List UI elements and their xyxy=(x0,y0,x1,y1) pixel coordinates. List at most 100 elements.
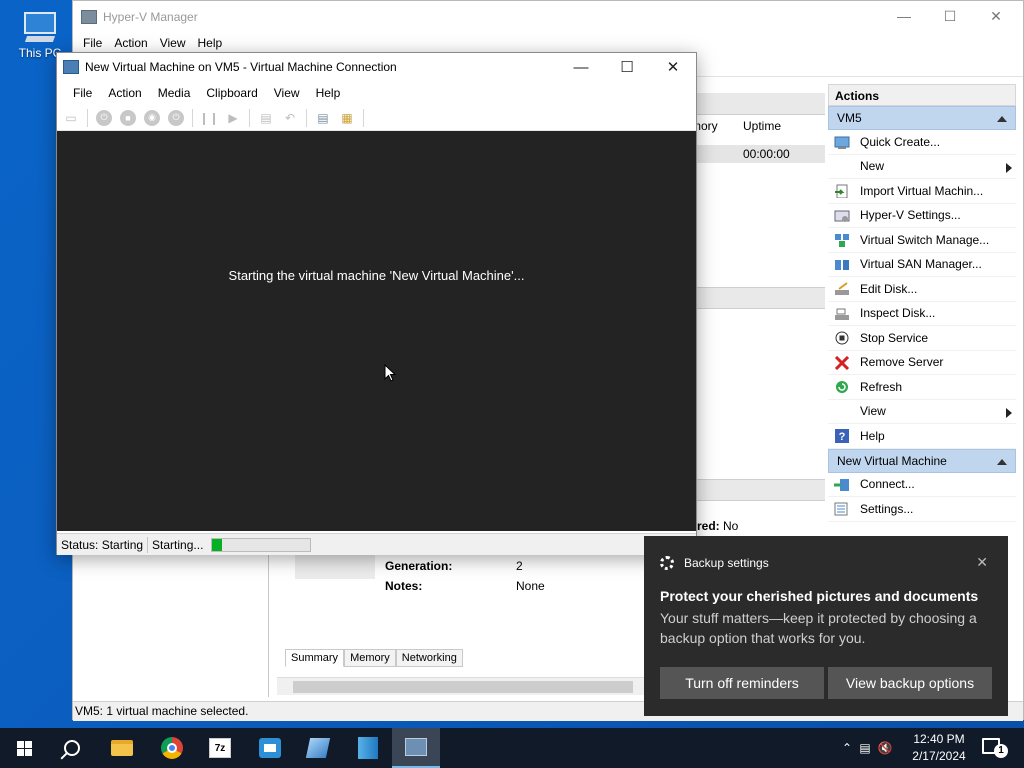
collapse-caret-icon xyxy=(997,116,1007,122)
turn-off-reminders-button[interactable]: Turn off reminders xyxy=(660,667,824,699)
vmc-menu-clipboard[interactable]: Clipboard xyxy=(198,86,265,100)
vmc-menubar: File Action Media Clipboard View Help xyxy=(57,81,696,105)
section-label: New Virtual Machine xyxy=(837,453,947,468)
notification-count-badge: 1 xyxy=(994,744,1008,758)
san-icon xyxy=(835,259,849,270)
pause-icon[interactable]: ❙❙ xyxy=(199,110,219,126)
start-icon[interactable]: ⏻ xyxy=(96,109,112,126)
volume-muted-icon[interactable]: 🔇 xyxy=(874,741,896,755)
revert-icon[interactable]: ↶ xyxy=(282,110,298,126)
vm-progress-text: Starting... xyxy=(152,537,204,552)
hyperv-menubar: File Action View Help xyxy=(73,33,1023,53)
menu-view[interactable]: View xyxy=(154,36,192,50)
taskbar-chrome[interactable] xyxy=(148,728,196,768)
enhanced-session-icon[interactable]: ▤ xyxy=(315,110,331,126)
details-tabs: Summary Memory Networking xyxy=(285,649,463,667)
action-connect[interactable]: Connect... xyxy=(828,473,1016,497)
generation-value: 2 xyxy=(516,559,523,573)
ctrl-alt-del-icon[interactable]: ▭ xyxy=(63,110,79,126)
svg-text:?: ? xyxy=(839,431,846,443)
action-label: Refresh xyxy=(860,379,903,394)
toast-app-name: Backup settings xyxy=(684,556,769,570)
gear-icon xyxy=(660,556,674,570)
section-label: VM5 xyxy=(837,111,862,125)
vmc-menu-media[interactable]: Media xyxy=(150,86,199,100)
vmc-close-button[interactable]: ✕ xyxy=(650,53,696,81)
vmc-menu-view[interactable]: View xyxy=(266,86,308,100)
action-stop-service[interactable]: Stop Service xyxy=(828,326,1016,351)
action-refresh[interactable]: Refresh xyxy=(828,375,1016,400)
vm-thumbnail xyxy=(295,553,375,579)
action-settings[interactable]: Settings... xyxy=(828,497,1016,522)
action-virtual-switch-manage[interactable]: Virtual Switch Manage... xyxy=(828,228,1016,253)
taskbar-file-explorer[interactable] xyxy=(98,728,146,768)
action-edit-disk[interactable]: Edit Disk... xyxy=(828,277,1016,302)
vmc-minimize-button[interactable]: — xyxy=(558,53,604,81)
menu-help[interactable]: Help xyxy=(192,36,229,50)
connect-icon xyxy=(834,478,849,491)
vmc-menu-help[interactable]: Help xyxy=(308,86,349,100)
shutdown-icon[interactable]: ◉ xyxy=(144,109,160,126)
share-icon[interactable]: ▦ xyxy=(339,110,355,126)
vm-display[interactable]: Starting the virtual machine 'New Virtua… xyxy=(57,131,696,531)
checkpoint-icon[interactable]: ▤ xyxy=(258,110,274,126)
taskbar-7zip[interactable]: 7z xyxy=(196,728,244,768)
network-icon[interactable]: ▤ xyxy=(856,741,874,755)
turn-off-icon[interactable]: ■ xyxy=(120,109,136,126)
action-inspect-disk[interactable]: Inspect Disk... xyxy=(828,302,1016,326)
vm-row-uptime: 00:00:00 xyxy=(743,147,790,161)
actions-section-vm5[interactable]: VM5 xyxy=(828,106,1016,130)
actions-section-new-virtual-machine[interactable]: New Virtual Machine xyxy=(828,448,1016,473)
taskbar-clock[interactable]: 12:40 PM 2/17/2024 xyxy=(906,731,972,765)
action-import-virtual-machin[interactable]: Import Virtual Machin... xyxy=(828,179,1016,204)
action-new[interactable]: New xyxy=(828,155,1016,179)
action-virtual-san-manager[interactable]: Virtual SAN Manager... xyxy=(828,253,1016,277)
close-button[interactable]: ✕ xyxy=(973,1,1019,31)
edit-disk-icon xyxy=(835,282,849,295)
taskbar-hyperv[interactable] xyxy=(392,728,440,768)
view-backup-options-button[interactable]: View backup options xyxy=(828,667,992,699)
action-help[interactable]: ? Help xyxy=(828,424,1016,449)
server-manager-icon xyxy=(358,737,378,759)
vm-progress-bar xyxy=(211,537,312,552)
horizontal-scrollbar[interactable] xyxy=(277,677,647,695)
toast-title: Protect your cherished pictures and docu… xyxy=(660,588,979,604)
backup-toast[interactable]: Backup settings ✕ Protect your cherished… xyxy=(644,536,1008,716)
start-button[interactable] xyxy=(0,728,48,768)
column-uptime[interactable]: Uptime xyxy=(743,119,781,133)
action-quick-create[interactable]: Quick Create... xyxy=(828,130,1016,155)
generation-label: Generation: xyxy=(385,559,453,573)
vmc-maximize-button[interactable]: ☐ xyxy=(604,53,650,81)
vmc-menu-file[interactable]: File xyxy=(65,86,100,100)
mouse-cursor-icon xyxy=(384,364,396,382)
tray-overflow-icon[interactable]: ⌃ xyxy=(838,741,856,755)
taskbar-app-box[interactable] xyxy=(246,728,294,768)
minimize-button[interactable]: — xyxy=(881,1,927,31)
tab-summary[interactable]: Summary xyxy=(285,649,345,667)
menu-file[interactable]: File xyxy=(77,36,108,50)
tab-networking[interactable]: Networking xyxy=(395,649,463,667)
toast-close-button[interactable]: ✕ xyxy=(976,554,988,571)
tab-memory[interactable]: Memory xyxy=(344,649,396,667)
save-icon[interactable]: ⏻ xyxy=(168,109,184,126)
clock-time: 12:40 PM xyxy=(913,732,965,746)
action-view[interactable]: View xyxy=(828,400,1016,424)
clock-date: 2/17/2024 xyxy=(912,749,966,763)
search-button[interactable] xyxy=(48,728,96,768)
vmc-menu-action[interactable]: Action xyxy=(100,86,149,100)
switch-icon xyxy=(835,234,849,247)
resume-icon[interactable]: ▶ xyxy=(225,110,241,126)
actions-pane: Actions VM5 Quick Create... New Import Vir… xyxy=(828,84,1016,522)
taskbar-server-manager[interactable] xyxy=(344,728,392,768)
taskbar-app-blue[interactable] xyxy=(294,728,342,768)
menu-action[interactable]: Action xyxy=(108,36,153,50)
maximize-button[interactable]: ☐ xyxy=(927,1,973,31)
action-hyper-v-settings[interactable]: Hyper-V Settings... xyxy=(828,204,1016,228)
settings-icon xyxy=(834,210,850,222)
system-tray: ⌃ ▤ 🔇 xyxy=(838,728,896,768)
hyperv-icon xyxy=(405,738,427,756)
action-remove-server[interactable]: Remove Server xyxy=(828,351,1016,375)
windows-logo-icon xyxy=(16,740,32,756)
action-label: Hyper-V Settings... xyxy=(860,208,961,223)
stop-icon xyxy=(835,331,849,345)
